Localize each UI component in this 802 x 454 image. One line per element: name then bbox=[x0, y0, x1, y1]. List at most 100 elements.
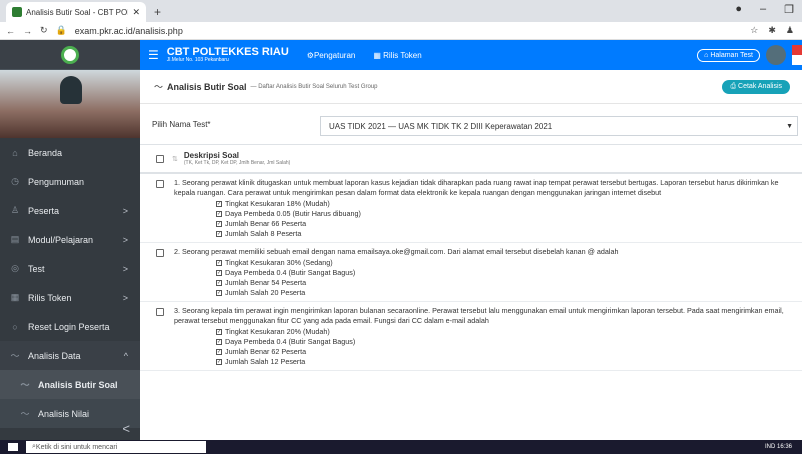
bookmark-star-icon[interactable]: ☆ bbox=[750, 25, 758, 36]
nav-label: Pengaturan bbox=[313, 50, 356, 60]
browser-tab[interactable]: Analisis Butir Soal - CBT POLTEKES ✕ bbox=[6, 2, 146, 22]
sidebar-item-label: Modul/Pelajaran bbox=[28, 234, 94, 245]
sidebar: ⌂ Beranda ◷ Pengumuman ♙ Peserta > ▤ Modul/Pe… bbox=[0, 40, 140, 440]
chevron-right-icon: > bbox=[122, 263, 128, 274]
search-placeholder: Ketik di sini untuk mencari bbox=[35, 443, 118, 451]
site-favicon-icon bbox=[12, 7, 22, 17]
sidebar-item-label: Beranda bbox=[28, 147, 63, 158]
url-field[interactable]: exam.pkr.ac.id/analisis.php bbox=[75, 26, 183, 36]
chevron-down-icon: ▼ bbox=[786, 122, 793, 130]
row-checkbox[interactable] bbox=[156, 249, 164, 257]
avatar[interactable] bbox=[766, 45, 786, 65]
stat-text: Daya Pembeda 0.4 (Butir Sangat Bagus) bbox=[225, 268, 356, 277]
sidebar-item-label: Analisis Data bbox=[28, 350, 81, 361]
language-indicator[interactable]: IND bbox=[765, 444, 775, 450]
sort-icon[interactable]: ⇅ bbox=[172, 155, 178, 163]
stat-text: Jumlah Benar 62 Peserta bbox=[225, 347, 307, 356]
chart-icon: 〜 bbox=[10, 351, 20, 361]
account-icon[interactable]: ● bbox=[735, 3, 742, 16]
nav-rilis-token[interactable]: ▦ Rilis Token bbox=[373, 51, 421, 60]
sidebar-item-beranda[interactable]: ⌂ Beranda bbox=[0, 138, 140, 167]
stat-text: Jumlah Salah 20 Peserta bbox=[225, 288, 306, 297]
collapse-sidebar-button[interactable]: < bbox=[122, 421, 130, 436]
flag-icon[interactable] bbox=[792, 45, 802, 65]
new-tab-button[interactable]: + bbox=[154, 5, 161, 19]
column-header[interactable]: Deskripsi Soal bbox=[184, 151, 290, 160]
sidebar-item-analisis-data[interactable]: 〜 Analisis Data ^ bbox=[0, 341, 140, 370]
stat-text: Jumlah Benar 54 Peserta bbox=[225, 278, 307, 287]
top-navbar: ☰ CBT POLTEKKES RIAU Jl.Melur No. 103 Pe… bbox=[140, 40, 802, 70]
stat-tk: ✓ Tingkat Kesukaran 20% (Mudah) bbox=[216, 327, 784, 337]
chevron-right-icon: > bbox=[122, 292, 128, 303]
extensions-icon[interactable]: ✱ bbox=[768, 25, 776, 36]
row-checkbox[interactable] bbox=[156, 180, 164, 188]
back-icon[interactable]: ← bbox=[6, 26, 15, 36]
chevron-right-icon: > bbox=[122, 205, 128, 216]
chevron-up-icon: ^ bbox=[123, 350, 128, 361]
cetak-analisis-button[interactable]: ⎙ Cetak Analisis bbox=[722, 79, 790, 94]
windows-taskbar: ⌕ Ketik di sini untuk mencari IND 16:36 bbox=[0, 440, 802, 454]
clock[interactable]: 16:36 bbox=[777, 444, 792, 450]
table-row: 3. Seorang kepala tim perawat ingin meng… bbox=[140, 302, 802, 371]
check-square-icon: ✓ bbox=[216, 270, 222, 276]
test-select-value: UAS TIDK 2021 — UAS MK TIDK TK 2 DIII Ke… bbox=[329, 121, 553, 131]
logo[interactable] bbox=[0, 40, 140, 70]
nav-pengaturan[interactable]: ⚙Pengaturan bbox=[307, 51, 356, 60]
stat-text: Jumlah Benar 66 Peserta bbox=[225, 219, 307, 228]
sidebar-item-reset-login[interactable]: ○ Reset Login Peserta bbox=[0, 312, 140, 341]
sidebar-item-peserta[interactable]: ♙ Peserta > bbox=[0, 196, 140, 225]
brand-address: Jl.Melur No. 103 Pekanbaru bbox=[166, 57, 229, 63]
sidebar-item-rilis-token[interactable]: ▦ Rilis Token > bbox=[0, 283, 140, 312]
halaman-test-button[interactable]: ⌂ Halaman Test bbox=[697, 48, 760, 62]
table-header: ⇅ Deskripsi Soal (TK, Ket Tk, DP, Ket DP… bbox=[140, 144, 802, 174]
stat-salah: ✓ Jumlah Salah 20 Peserta bbox=[216, 288, 784, 298]
question-stats: ✓ Tingkat Kesukaran 20% (Mudah) ✓ Daya Pem… bbox=[216, 327, 784, 367]
profile-icon[interactable]: ♟ bbox=[786, 25, 794, 36]
stat-benar: ✓ Jumlah Benar 62 Peserta bbox=[216, 347, 784, 357]
browser-tab-bar: Analisis Butir Soal - CBT POLTEKES ✕ + ●… bbox=[0, 0, 802, 22]
check-square-icon: ✓ bbox=[216, 290, 222, 296]
sidebar-item-analisis-nilai[interactable]: 〜 Analisis Nilai bbox=[0, 399, 140, 428]
user-panel-photo bbox=[0, 70, 140, 138]
select-all-checkbox[interactable] bbox=[156, 154, 164, 163]
chart-icon: 〜 bbox=[20, 380, 30, 390]
check-square-icon: ✓ bbox=[216, 201, 222, 207]
chart-line-icon: 〜 bbox=[154, 82, 164, 92]
nav-label: Rilis Token bbox=[383, 50, 422, 60]
sidebar-item-label: Reset Login Peserta bbox=[28, 321, 110, 332]
gear-icon: ⚙ bbox=[306, 50, 314, 60]
check-square-icon: ✓ bbox=[216, 260, 222, 266]
hamburger-menu-icon[interactable]: ☰ bbox=[148, 48, 159, 62]
grid-icon: ▦ bbox=[373, 50, 384, 60]
column-subheader: (TK, Ket Tk, DP, Ket DP, Jmlh Benar, Jml… bbox=[183, 160, 291, 166]
sidebar-item-modul[interactable]: ▤ Modul/Pelajaran > bbox=[0, 225, 140, 254]
sidebar-item-label: Rilis Token bbox=[28, 292, 72, 303]
sidebar-item-pengumuman[interactable]: ◷ Pengumuman bbox=[0, 167, 140, 196]
maximize-button[interactable]: ❐ bbox=[784, 3, 794, 16]
window-controls: ● – ❐ bbox=[735, 3, 794, 16]
reload-icon[interactable]: ↻ bbox=[40, 25, 48, 36]
stat-dp: ✓ Daya Pembeda 0.4 (Butir Sangat Bagus) bbox=[216, 337, 784, 347]
stat-dp: ✓ Daya Pembeda 0.05 (Butir Harus dibuang) bbox=[216, 209, 784, 219]
question-text: 3. Seorang kepala tim perawat ingin meng… bbox=[174, 306, 784, 325]
users-icon: ♙ bbox=[10, 205, 20, 215]
taskbar-search-input[interactable]: ⌕ Ketik di sini untuk mencari bbox=[26, 441, 206, 453]
test-select[interactable]: UAS TIDK 2021 — UAS MK TIDK TK 2 DIII Ke… bbox=[320, 116, 798, 136]
row-checkbox[interactable] bbox=[156, 308, 164, 316]
sidebar-item-analisis-butir-soal[interactable]: 〜 Analisis Butir Soal bbox=[0, 370, 140, 399]
sidebar-item-test[interactable]: ◎ Test > bbox=[0, 254, 140, 283]
forward-icon[interactable]: → bbox=[23, 26, 32, 36]
check-square-icon: ✓ bbox=[216, 280, 222, 286]
windows-start-icon[interactable] bbox=[8, 443, 18, 451]
sidebar-item-label: Pengumuman bbox=[28, 176, 85, 187]
stat-text: Tingkat Kesukaran 30% (Sedang) bbox=[225, 258, 333, 267]
stat-tk: ✓ Tingkat Kesukaran 18% (Mudah) bbox=[216, 199, 784, 209]
tab-title: Analisis Butir Soal - CBT POLTEKES bbox=[26, 7, 128, 17]
close-tab-icon[interactable]: ✕ bbox=[132, 7, 140, 18]
question-text: 2. Seorang perawat memiliki sebuah email… bbox=[174, 247, 619, 256]
check-square-icon: ✓ bbox=[216, 329, 222, 335]
brand[interactable]: CBT POLTEKKES RIAU Jl.Melur No. 103 Peka… bbox=[167, 47, 289, 63]
page-header: 〜 Analisis Butir Soal — Daftar Analisis … bbox=[140, 70, 802, 104]
minimize-button[interactable]: – bbox=[760, 3, 766, 16]
lock-icon: 🔒 bbox=[55, 25, 67, 35]
